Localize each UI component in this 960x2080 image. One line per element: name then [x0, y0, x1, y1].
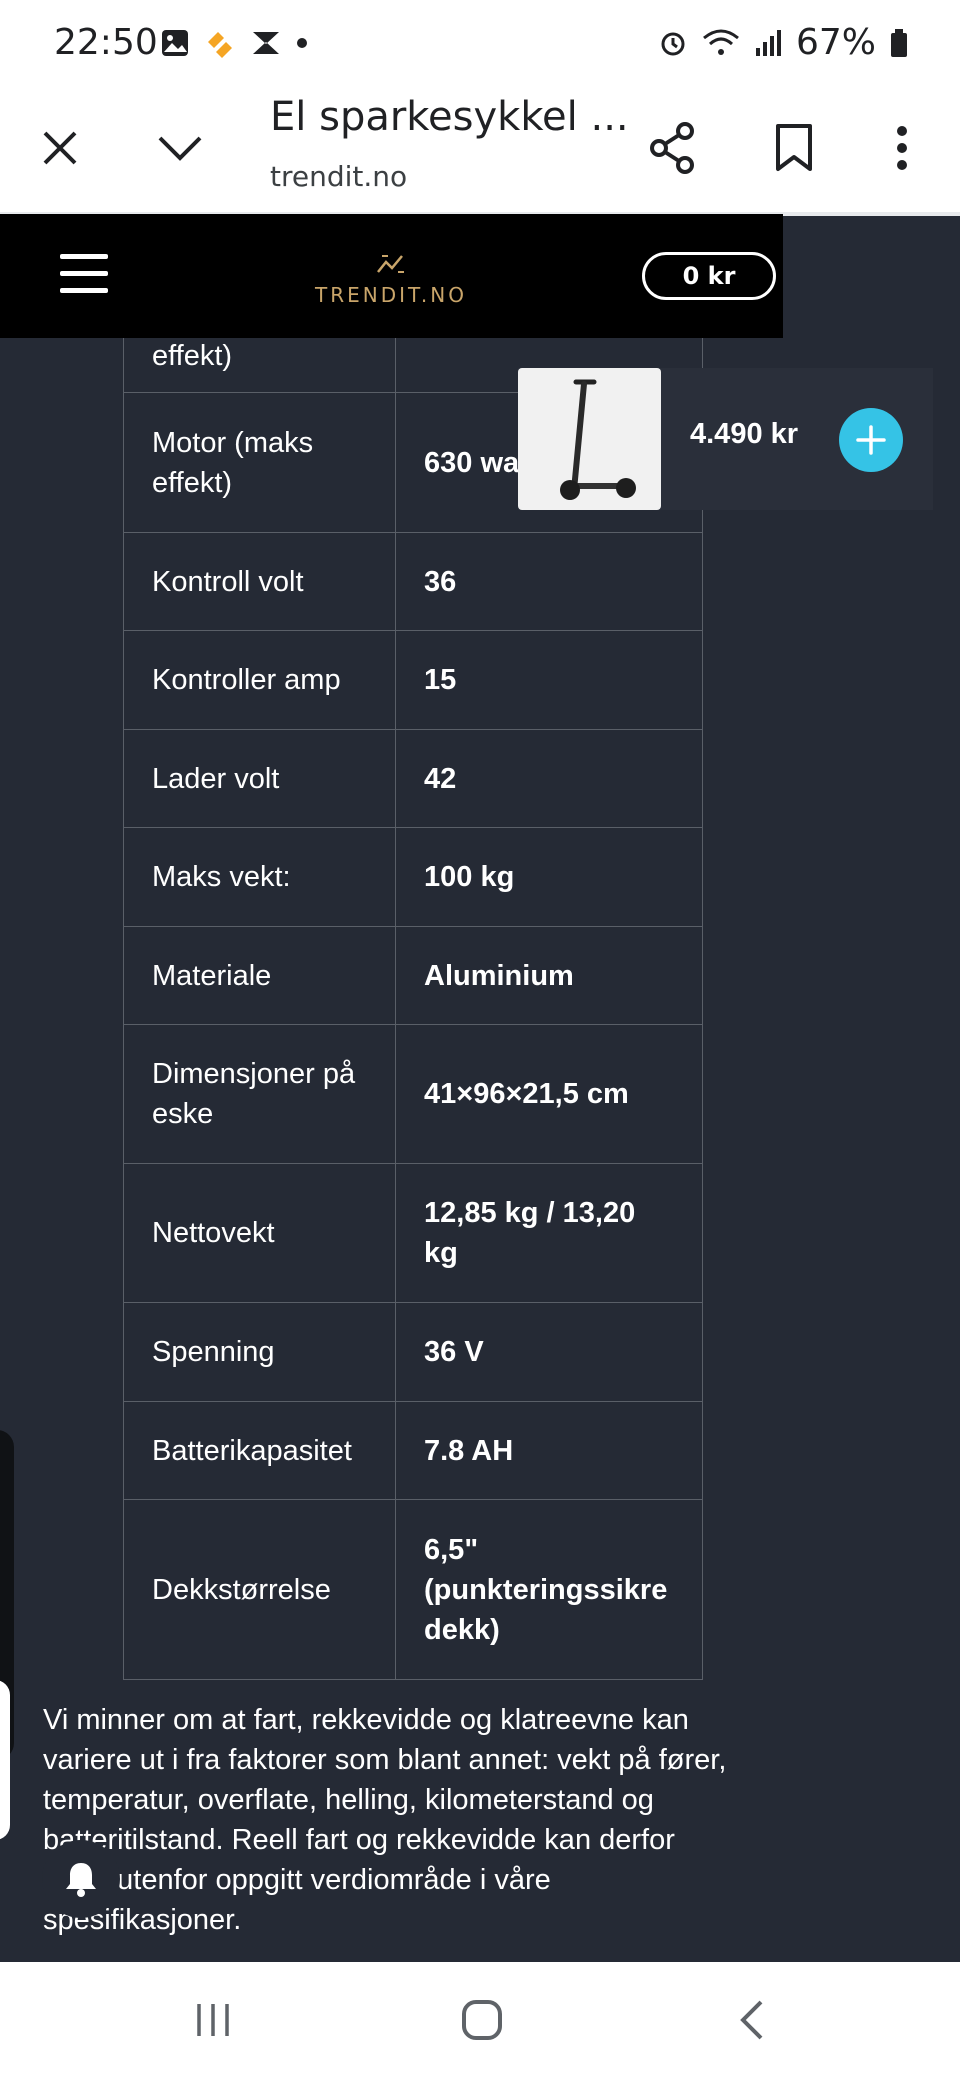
spec-key: Kontroller amp: [123, 630, 396, 730]
spec-value: 42: [395, 729, 703, 828]
spec-value: 36 V: [395, 1302, 703, 1402]
bookmark-icon: [776, 124, 812, 171]
table-row: Dekkstørrelse 6,5" (punkteringssikre dek…: [123, 1499, 703, 1680]
recent-apps-icon: [197, 2004, 229, 2036]
page-title[interactable]: El sparkesykkel ...: [270, 94, 629, 140]
table-row: Dimensjoner på eske 41×96×21,5 cm: [123, 1024, 703, 1164]
status-bar: 22:50 67%: [0, 0, 960, 88]
back-button[interactable]: [712, 1990, 792, 2050]
browser-toolbar: El sparkesykkel ... trendit.no: [0, 88, 960, 216]
close-icon: [43, 131, 77, 165]
spec-key: Lader volt: [123, 729, 396, 828]
page-url[interactable]: trendit.no: [270, 160, 407, 193]
spec-key: Spenning: [123, 1302, 396, 1402]
wifi-icon: [703, 29, 739, 55]
more-options-button[interactable]: [866, 112, 938, 184]
product-price: 4.490 kr: [690, 418, 799, 450]
battery-icon: [891, 28, 907, 57]
alarm-icon: [661, 32, 685, 55]
spec-key: Kontroll volt: [123, 532, 396, 631]
notification-icons: [160, 28, 308, 58]
table-row: Maks vekt: 100 kg: [123, 827, 703, 927]
add-to-cart-button[interactable]: [839, 408, 903, 472]
gallery-icon: [162, 30, 188, 56]
bell-icon: [66, 1863, 96, 1897]
spec-value: 15: [395, 630, 703, 730]
table-row: Lader volt 42: [123, 729, 703, 828]
scooter-image: [560, 379, 636, 500]
share-button[interactable]: [636, 112, 708, 184]
close-tab-button[interactable]: [24, 112, 96, 184]
plus-icon: [856, 425, 886, 455]
side-widget-tab-light[interactable]: [0, 1680, 10, 1840]
site-header: TRENDIT.NO 0 kr: [0, 214, 783, 338]
spec-value: 7.8 AH: [395, 1401, 703, 1500]
app-notification-icon: [208, 32, 232, 58]
product-thumbnail[interactable]: [518, 368, 661, 510]
cart-button[interactable]: 0 kr: [642, 252, 776, 300]
dot-icon: [297, 38, 307, 48]
signal-icon: [755, 29, 781, 56]
home-icon: [462, 2000, 502, 2040]
spec-key: Materiale: [123, 926, 396, 1025]
hamburger-icon[interactable]: [60, 254, 108, 298]
more-vert-icon: [897, 126, 907, 170]
recent-apps-button[interactable]: [173, 1990, 253, 2050]
site-logo[interactable]: TRENDIT.NO: [306, 250, 476, 307]
logo-text: TRENDIT.NO: [315, 283, 467, 307]
table-row: Nettovekt 12,85 kg / 13,20 kg: [123, 1163, 703, 1303]
spec-value: 12,85 kg / 13,20 kg: [395, 1163, 703, 1303]
spec-value: 36: [395, 532, 703, 631]
battery-percent: 67%: [795, 22, 876, 63]
sticky-add-to-cart: 4.490 kr: [518, 368, 933, 510]
spec-table: effekt) Motor (maks effekt) 630 watt Kon…: [123, 314, 703, 1680]
spec-key: Dimensjoner på eske: [123, 1024, 396, 1164]
spec-key: Batterikapasitet: [123, 1401, 396, 1500]
spec-value: 100 kg: [395, 827, 703, 927]
status-time: 22:50: [54, 22, 158, 63]
table-row: Materiale Aluminium: [123, 926, 703, 1025]
app-notification-icon-2: [253, 32, 279, 54]
system-nav-bar: [0, 1962, 960, 2080]
spec-value: 6,5" (punkteringssikre dekk): [395, 1499, 703, 1680]
disclaimer-text: Vi minner om at fart, rekkevidde og klat…: [43, 1704, 727, 1936]
table-row: Kontroller amp 15: [123, 630, 703, 730]
table-row: Batterikapasitet 7.8 AH: [123, 1401, 703, 1500]
notification-bell-button[interactable]: [42, 1840, 120, 1918]
table-row: Kontroll volt 36: [123, 532, 703, 631]
spec-key: Dekkstørrelse: [123, 1499, 396, 1680]
share-icon: [650, 122, 694, 174]
collapse-button[interactable]: [144, 112, 216, 184]
bookmark-button[interactable]: [758, 112, 830, 184]
table-row: Spenning 36 V: [123, 1302, 703, 1402]
spec-key: Motor (maks effekt): [123, 392, 396, 533]
spec-value: 41×96×21,5 cm: [395, 1024, 703, 1164]
chevron-down-icon: [158, 136, 202, 161]
back-icon: [740, 2000, 763, 2040]
home-button[interactable]: [442, 1990, 522, 2050]
spec-value: Aluminium: [395, 926, 703, 1025]
spec-key: Nettovekt: [123, 1163, 396, 1303]
status-right: 67%: [658, 22, 908, 63]
logo-mark-icon: [377, 255, 404, 273]
spec-key: Maks vekt:: [123, 827, 396, 927]
